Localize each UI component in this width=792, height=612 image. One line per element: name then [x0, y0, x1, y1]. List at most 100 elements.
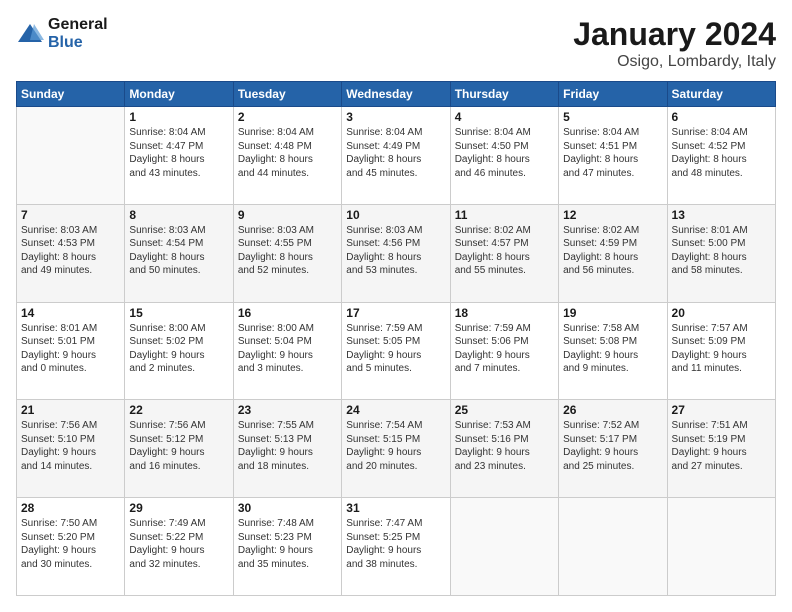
day-info: Sunrise: 8:04 AMSunset: 4:49 PMDaylight:…: [346, 126, 445, 180]
col-header-monday: Monday: [125, 82, 233, 107]
day-info: Sunrise: 7:59 AMSunset: 5:06 PMDaylight:…: [455, 322, 554, 376]
col-header-saturday: Saturday: [667, 82, 775, 107]
day-number: 23: [238, 403, 337, 417]
calendar-cell: 12 Sunrise: 8:02 AMSunset: 4:59 PMDayligh…: [559, 204, 667, 302]
page: General Blue January 2024 Osigo, Lombard…: [0, 0, 792, 612]
logo-blue: Blue: [48, 34, 108, 52]
calendar-cell: [559, 498, 667, 596]
calendar-cell: [17, 107, 125, 205]
day-number: 11: [455, 208, 554, 222]
day-info: Sunrise: 8:04 AMSunset: 4:50 PMDaylight:…: [455, 126, 554, 180]
header: General Blue January 2024 Osigo, Lombard…: [16, 16, 776, 71]
calendar-cell: 14Sunrise: 8:01 AMSunset: 5:01 PMDayligh…: [17, 302, 125, 400]
day-number: 26: [563, 403, 662, 417]
calendar-cell: 24 Sunrise: 7:54 AMSunset: 5:15 PMDayligh…: [342, 400, 450, 498]
day-number: 1: [129, 110, 228, 124]
day-info: Sunrise: 8:02 AMSunset: 4:57 PMDaylight:…: [455, 224, 554, 278]
calendar-cell: 29 Sunrise: 7:49 AMSunset: 5:22 PMDayligh…: [125, 498, 233, 596]
day-info: Sunrise: 8:03 AMSunset: 4:56 PMDaylight:…: [346, 224, 445, 278]
calendar-cell: 9 Sunrise: 8:03 AMSunset: 4:55 PMDaylight…: [233, 204, 341, 302]
calendar-cell: 4Sunrise: 8:04 AMSunset: 4:50 PMDaylight…: [450, 107, 558, 205]
day-number: 30: [238, 501, 337, 515]
calendar-week-row: 1 Sunrise: 8:04 AMSunset: 4:47 PMDaylight…: [17, 107, 776, 205]
calendar-table: SundayMondayTuesdayWednesdayThursdayFrid…: [16, 81, 776, 596]
calendar-cell: 22 Sunrise: 7:56 AMSunset: 5:12 PMDayligh…: [125, 400, 233, 498]
calendar-cell: 25Sunrise: 7:53 AMSunset: 5:16 PMDayligh…: [450, 400, 558, 498]
calendar-cell: 7Sunrise: 8:03 AMSunset: 4:53 PMDaylight…: [17, 204, 125, 302]
day-info: Sunrise: 8:04 AMSunset: 4:48 PMDaylight:…: [238, 126, 337, 180]
day-number: 22: [129, 403, 228, 417]
day-info: Sunrise: 7:48 AMSunset: 5:23 PMDaylight:…: [238, 517, 337, 571]
calendar-cell: 13Sunrise: 8:01 AMSunset: 5:00 PMDayligh…: [667, 204, 775, 302]
day-info: Sunrise: 7:58 AMSunset: 5:08 PMDaylight:…: [563, 322, 662, 376]
day-info: Sunrise: 8:00 AMSunset: 5:02 PMDaylight:…: [129, 322, 228, 376]
day-number: 17: [346, 306, 445, 320]
calendar-cell: 3 Sunrise: 8:04 AMSunset: 4:49 PMDaylight…: [342, 107, 450, 205]
col-header-wednesday: Wednesday: [342, 82, 450, 107]
calendar-cell: 6 Sunrise: 8:04 AMSunset: 4:52 PMDaylight…: [667, 107, 775, 205]
calendar-cell: 11 Sunrise: 8:02 AMSunset: 4:57 PMDayligh…: [450, 204, 558, 302]
main-title: January 2024: [573, 16, 776, 53]
day-info: Sunrise: 7:57 AMSunset: 5:09 PMDaylight:…: [672, 322, 771, 376]
day-number: 31: [346, 501, 445, 515]
calendar-cell: 30 Sunrise: 7:48 AMSunset: 5:23 PMDayligh…: [233, 498, 341, 596]
day-info: Sunrise: 7:56 AMSunset: 5:12 PMDaylight:…: [129, 419, 228, 473]
day-info: Sunrise: 8:02 AMSunset: 4:59 PMDaylight:…: [563, 224, 662, 278]
calendar-cell: 20 Sunrise: 7:57 AMSunset: 5:09 PMDayligh…: [667, 302, 775, 400]
day-info: Sunrise: 7:55 AMSunset: 5:13 PMDaylight:…: [238, 419, 337, 473]
calendar-week-row: 14Sunrise: 8:01 AMSunset: 5:01 PMDayligh…: [17, 302, 776, 400]
day-info: Sunrise: 8:04 AMSunset: 4:47 PMDaylight:…: [129, 126, 228, 180]
col-header-thursday: Thursday: [450, 82, 558, 107]
day-info: Sunrise: 7:59 AMSunset: 5:05 PMDaylight:…: [346, 322, 445, 376]
day-info: Sunrise: 8:00 AMSunset: 5:04 PMDaylight:…: [238, 322, 337, 376]
calendar-cell: 18 Sunrise: 7:59 AMSunset: 5:06 PMDayligh…: [450, 302, 558, 400]
day-number: 27: [672, 403, 771, 417]
calendar-cell: 17 Sunrise: 7:59 AMSunset: 5:05 PMDayligh…: [342, 302, 450, 400]
day-number: 28: [21, 501, 120, 515]
day-number: 14: [21, 306, 120, 320]
day-number: 8: [129, 208, 228, 222]
calendar-cell: 21 Sunrise: 7:56 AMSunset: 5:10 PMDayligh…: [17, 400, 125, 498]
calendar-cell: [450, 498, 558, 596]
day-info: Sunrise: 7:47 AMSunset: 5:25 PMDaylight:…: [346, 517, 445, 571]
day-number: 6: [672, 110, 771, 124]
day-info: Sunrise: 8:01 AMSunset: 5:00 PMDaylight:…: [672, 224, 771, 278]
day-number: 24: [346, 403, 445, 417]
day-number: 12: [563, 208, 662, 222]
day-number: 7: [21, 208, 120, 222]
day-info: Sunrise: 8:03 AMSunset: 4:55 PMDaylight:…: [238, 224, 337, 278]
calendar-cell: 1 Sunrise: 8:04 AMSunset: 4:47 PMDaylight…: [125, 107, 233, 205]
logo: General Blue: [16, 16, 108, 51]
calendar-week-row: 21 Sunrise: 7:56 AMSunset: 5:10 PMDayligh…: [17, 400, 776, 498]
calendar-cell: 8 Sunrise: 8:03 AMSunset: 4:54 PMDaylight…: [125, 204, 233, 302]
day-info: Sunrise: 8:04 AMSunset: 4:51 PMDaylight:…: [563, 126, 662, 180]
calendar-cell: 19 Sunrise: 7:58 AMSunset: 5:08 PMDayligh…: [559, 302, 667, 400]
day-number: 3: [346, 110, 445, 124]
day-number: 19: [563, 306, 662, 320]
day-number: 25: [455, 403, 554, 417]
calendar-week-row: 28Sunrise: 7:50 AMSunset: 5:20 PMDayligh…: [17, 498, 776, 596]
sub-title: Osigo, Lombardy, Italy: [573, 53, 776, 71]
logo-icon: [16, 22, 44, 46]
day-info: Sunrise: 8:04 AMSunset: 4:52 PMDaylight:…: [672, 126, 771, 180]
day-number: 15: [129, 306, 228, 320]
calendar-cell: 15 Sunrise: 8:00 AMSunset: 5:02 PMDayligh…: [125, 302, 233, 400]
day-number: 16: [238, 306, 337, 320]
day-number: 9: [238, 208, 337, 222]
calendar-header-row: SundayMondayTuesdayWednesdayThursdayFrid…: [17, 82, 776, 107]
day-number: 20: [672, 306, 771, 320]
calendar-cell: 2 Sunrise: 8:04 AMSunset: 4:48 PMDaylight…: [233, 107, 341, 205]
day-number: 2: [238, 110, 337, 124]
day-info: Sunrise: 7:49 AMSunset: 5:22 PMDaylight:…: [129, 517, 228, 571]
calendar-cell: 31 Sunrise: 7:47 AMSunset: 5:25 PMDayligh…: [342, 498, 450, 596]
day-info: Sunrise: 8:03 AMSunset: 4:54 PMDaylight:…: [129, 224, 228, 278]
day-number: 21: [21, 403, 120, 417]
day-info: Sunrise: 7:54 AMSunset: 5:15 PMDaylight:…: [346, 419, 445, 473]
day-number: 18: [455, 306, 554, 320]
day-info: Sunrise: 7:56 AMSunset: 5:10 PMDaylight:…: [21, 419, 120, 473]
calendar-cell: [667, 498, 775, 596]
calendar-cell: 10Sunrise: 8:03 AMSunset: 4:56 PMDayligh…: [342, 204, 450, 302]
calendar-cell: 23 Sunrise: 7:55 AMSunset: 5:13 PMDayligh…: [233, 400, 341, 498]
day-number: 29: [129, 501, 228, 515]
calendar-cell: 27Sunrise: 7:51 AMSunset: 5:19 PMDayligh…: [667, 400, 775, 498]
